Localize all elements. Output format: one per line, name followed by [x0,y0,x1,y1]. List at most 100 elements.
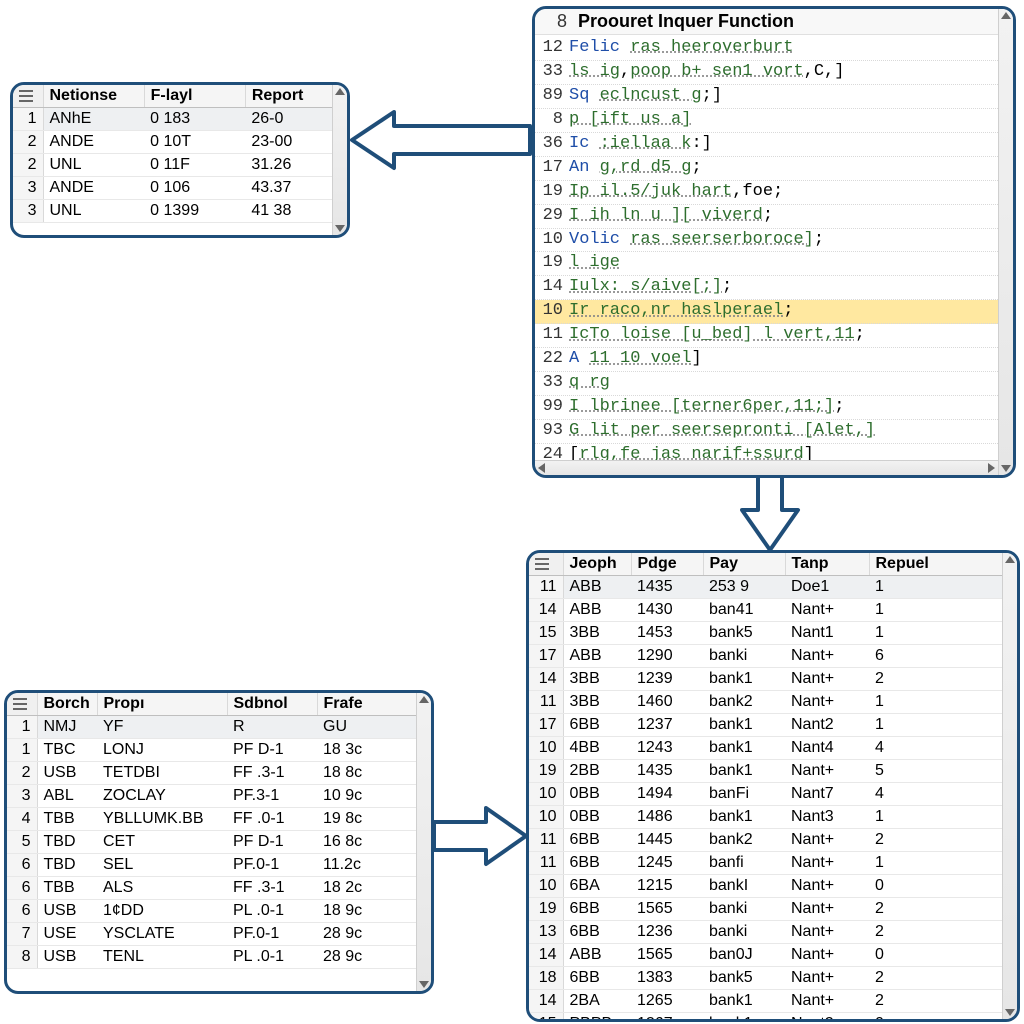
table-row[interactable]: 3ANDE0 10643.37 [13,177,347,200]
table-row[interactable]: 116BB1445bank2Nant+2 [529,829,1017,852]
table-row[interactable]: 143BB1239bank1Nant+2 [529,668,1017,691]
column-header[interactable]: Repuel [869,553,1017,576]
table-row[interactable]: 2USBTETDBIFF .3-118 8c [7,762,431,785]
code-line[interactable]: 8p [ift us a] [535,109,998,133]
code-text[interactable]: Ic :iellaa k:] [569,133,998,156]
code-text[interactable]: Ip il.5/juk hart,foe; [569,181,998,204]
table-row[interactable]: 100BB1494banFiNant74 [529,783,1017,806]
code-line[interactable]: 24[rlg,fe jas narif+ssurd] [535,444,998,460]
table-row[interactable]: 6USB1¢DDPL .0-118 9c [7,900,431,923]
code-line[interactable]: 10Volic ras seerserboroce]; [535,229,998,253]
table-netionse[interactable]: NetionseF-laylReport1ANhE0 18326-02ANDE0… [13,85,347,223]
table-jeoph[interactable]: JeophPdgePayTanpRepuel11ABB1435253 9Doe1… [529,553,1017,1019]
code-body[interactable]: 12Felic ras heeroverburt33ls ig,poop b+ … [535,37,998,460]
code-text[interactable]: Iulx: s/aive[;]; [569,276,998,299]
code-line[interactable]: 12Felic ras heeroverburt [535,37,998,61]
code-text[interactable]: Ir raco,nr haslperael; [569,300,998,323]
table-row[interactable]: 153BB1453bank5Nant11 [529,622,1017,645]
table-row[interactable]: 106BA1215bankINant+0 [529,875,1017,898]
table-row[interactable]: 1NMJYFRGU [7,716,431,739]
column-header[interactable] [529,553,563,576]
table-row[interactable]: 3UNL0 139941 38 [13,200,347,223]
code-line[interactable]: 29I ih ln u ][ viverd; [535,205,998,229]
code-text[interactable]: A 11 10 voel] [569,348,998,371]
vertical-scrollbar[interactable] [998,9,1013,475]
code-line[interactable]: 99I lbrinee [terner6per,11;]; [535,396,998,420]
table-row[interactable]: 116BB1245banfiNant+1 [529,852,1017,875]
code-text[interactable]: G lit per seersepronti [Alet,] [569,420,998,443]
code-text[interactable]: Felic ras heeroverburt [569,37,998,60]
table-row[interactable]: 5TBDCETPF D-116 8c [7,831,431,854]
code-line[interactable]: 22A 11 10 voel] [535,348,998,372]
cell: 28 9c [317,946,431,969]
code-line[interactable]: 10Ir raco,nr haslperael; [535,300,998,324]
table-row[interactable]: 176BB1237bank1Nant21 [529,714,1017,737]
code-text[interactable]: l ige [569,252,998,275]
table-row[interactable]: 1ANhE0 18326-0 [13,108,347,131]
table-row[interactable]: 142BA1265bank1Nant+2 [529,990,1017,1013]
code-text[interactable]: IcTo loise [u_bed] l vert,11; [569,324,998,347]
code-text[interactable]: I lbrinee [terner6per,11;]; [569,396,998,419]
horizontal-scrollbar[interactable] [535,460,998,475]
code-text[interactable]: I ih ln u ][ viverd; [569,205,998,228]
table-row[interactable]: 15PBPB1267bank1Nant20 [529,1013,1017,1020]
table-row[interactable]: 14ABB1565ban0JNant+0 [529,944,1017,967]
code-text[interactable]: ls ig,poop b+ sen1 vort,C,] [569,61,998,84]
code-text[interactable]: q rg [569,372,998,395]
table-row[interactable]: 196BB1565bankiNant+2 [529,898,1017,921]
code-text[interactable]: An g,rd d5 g; [569,157,998,180]
code-line[interactable]: 19l ige [535,252,998,276]
table-row[interactable]: 2UNL0 11F31.26 [13,154,347,177]
table-row[interactable]: 1TBCLONJPF D-118 3c [7,739,431,762]
table-row[interactable]: 14ABB1430ban41Nant+1 [529,599,1017,622]
table-row[interactable]: 136BB1236bankiNant+2 [529,921,1017,944]
code-line[interactable]: 89Sq eclncust g;] [535,85,998,109]
table-row[interactable]: 8USBTENLPL .0-128 9c [7,946,431,969]
column-header[interactable]: Frafe [317,693,431,716]
code-line[interactable]: 33q rg [535,372,998,396]
code-line[interactable]: 33ls ig,poop b+ sen1 vort,C,] [535,61,998,85]
vertical-scrollbar[interactable] [416,693,431,991]
column-header[interactable]: Pay [703,553,785,576]
code-line[interactable]: 17An g,rd d5 g; [535,157,998,181]
table-row[interactable]: 11ABB1435253 9Doe11 [529,576,1017,599]
vertical-scrollbar[interactable] [332,85,347,235]
column-header[interactable]: Netionse [43,85,144,108]
code-line[interactable]: 19Ip il.5/juk hart,foe; [535,181,998,205]
column-header[interactable] [13,85,43,108]
table-row[interactable]: 3ABLZOCLAYPF.3-110 9c [7,785,431,808]
column-header[interactable]: Borch [37,693,97,716]
code-line[interactable]: 36Ic :iellaa k:] [535,133,998,157]
menu-icon[interactable] [535,558,549,570]
code-line[interactable]: 11IcTo loise [u_bed] l vert,11; [535,324,998,348]
column-header[interactable]: F-layl [144,85,245,108]
code-text[interactable]: Sq eclncust g;] [569,85,998,108]
table-row[interactable]: 113BB1460bank2Nant+1 [529,691,1017,714]
table-row[interactable]: 192BB1435bank1Nant+5 [529,760,1017,783]
table-row[interactable]: 6TBDSELPF.0-111.2c [7,854,431,877]
table-row[interactable]: 100BB1486bank1Nant31 [529,806,1017,829]
column-header[interactable]: Jeoph [563,553,631,576]
table-row[interactable]: 104BB1243bank1Nant44 [529,737,1017,760]
table-row[interactable]: 6TBBALSFF .3-118 2c [7,877,431,900]
table-row[interactable]: 7USEYSCLATEPF.0-128 9c [7,923,431,946]
code-text[interactable]: Volic ras seerserboroce]; [569,229,998,252]
table-row[interactable]: 17ABB1290bankiNant+6 [529,645,1017,668]
code-text[interactable]: p [ift us a] [569,109,998,132]
code-text[interactable]: [rlg,fe jas narif+ssurd] [569,444,998,460]
menu-icon[interactable] [19,90,33,102]
code-line[interactable]: 93G lit per seersepronti [Alet,] [535,420,998,444]
code-line[interactable]: 14Iulx: s/aive[;]; [535,276,998,300]
column-header[interactable] [7,693,37,716]
column-header[interactable]: Propı [97,693,227,716]
column-header[interactable]: Sdbnol [227,693,317,716]
menu-icon[interactable] [13,698,27,710]
vertical-scrollbar[interactable] [1002,553,1017,1019]
table-borch[interactable]: BorchPropıSdbnolFrafe1NMJYFRGU1TBCLONJPF… [7,693,431,969]
table-row[interactable]: 186BB1383bank5Nant+2 [529,967,1017,990]
line-number: 10 [535,229,569,252]
column-header[interactable]: Tanp [785,553,869,576]
column-header[interactable]: Pdge [631,553,703,576]
table-row[interactable]: 4TBBYBLLUMK.BBFF .0-119 8c [7,808,431,831]
table-row[interactable]: 2ANDE0 10T23-00 [13,131,347,154]
